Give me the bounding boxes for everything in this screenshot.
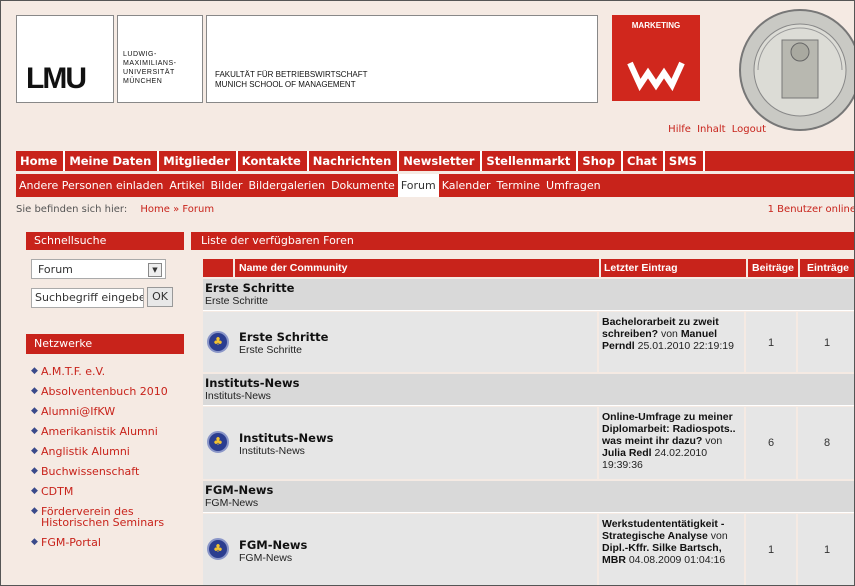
category-header[interactable]: Instituts-News Instituts-News	[203, 374, 854, 406]
network-item[interactable]: ◆ Absolventenbuch 2010	[31, 386, 181, 397]
utility-links: Hilfe Inhalt Logout	[665, 124, 766, 135]
forum-row[interactable]: ♣ FGM-News FGM-News Werkstudententätigke…	[203, 514, 854, 585]
graduation-cap-icon: ◆	[31, 466, 38, 476]
contents-link[interactable]: Inhalt	[697, 124, 725, 135]
entry-count: 8	[823, 437, 831, 449]
graduation-cap-icon: ◆	[31, 386, 38, 396]
column-header-name[interactable]: Name der Community	[235, 259, 599, 277]
help-link[interactable]: Hilfe	[668, 124, 691, 135]
lmu-logo-text: LMU	[26, 62, 87, 95]
search-scope-select[interactable]: Forum ▼	[31, 259, 166, 279]
column-header-last-entry[interactable]: Letzter Eintrag	[601, 259, 746, 277]
lmu-logo[interactable]: LMU	[16, 15, 114, 103]
search-scope-value: Forum	[38, 263, 73, 276]
university-name-box: LUDWIG- MAXIMILIANS- UNIVERSITÄT MÜNCHEN	[117, 15, 203, 103]
forum-name[interactable]: Instituts-News	[239, 431, 333, 445]
column-header-entries[interactable]: Einträge	[800, 259, 854, 277]
nav-sms[interactable]: SMS	[665, 151, 705, 171]
nav-meine-daten[interactable]: Meine Daten	[65, 151, 160, 171]
entry-count: 1	[823, 337, 831, 349]
university-seal-icon	[739, 9, 854, 131]
entry-count: 1	[823, 544, 831, 556]
chevron-down-icon[interactable]: ▼	[148, 263, 162, 277]
post-count: 1	[767, 337, 775, 349]
quick-search-header: Schnellsuche	[26, 232, 184, 250]
main-nav: Home Meine Daten Mitglieder Kontakte Nac…	[16, 151, 854, 171]
nav-newsletter[interactable]: Newsletter	[399, 151, 483, 171]
header: LMU LUDWIG- MAXIMILIANS- UNIVERSITÄT MÜN…	[1, 1, 854, 135]
search-input[interactable]: Suchbegriff eingeben	[31, 288, 144, 308]
forum-list-title: Liste der verfügbaren Foren	[191, 232, 854, 250]
forum-row[interactable]: ♣ Instituts-News Instituts-News Online-U…	[203, 407, 854, 479]
nav-chat[interactable]: Chat	[623, 151, 665, 171]
category-header[interactable]: Erste Schritte Erste Schritte	[203, 279, 854, 311]
search-ok-button[interactable]: OK	[147, 287, 173, 307]
faculty-name: FAKULTÄT FÜR BETRIEBSWIRTSCHAFT MUNICH S…	[215, 70, 368, 89]
nav-nachrichten[interactable]: Nachrichten	[309, 151, 400, 171]
nav-kontakte[interactable]: Kontakte	[238, 151, 309, 171]
column-header-posts[interactable]: Beiträge	[748, 259, 798, 277]
marketing-logo[interactable]: MARKETING	[612, 15, 700, 101]
logout-link[interactable]: Logout	[732, 124, 766, 135]
page-frame: LMU LUDWIG- MAXIMILIANS- UNIVERSITÄT MÜN…	[0, 0, 855, 586]
network-item[interactable]: ◆ CDTM	[31, 486, 181, 497]
nav-mitglieder[interactable]: Mitglieder	[159, 151, 238, 171]
forum-description: FGM-News	[239, 552, 293, 564]
last-entry[interactable]: Bachelorarbeit zu zweit schreiben? von M…	[602, 316, 742, 352]
post-count: 1	[767, 544, 775, 556]
post-count: 6	[767, 437, 775, 449]
subnav-termine[interactable]: Termine	[494, 174, 543, 197]
forum-icon: ♣	[207, 538, 229, 560]
breadcrumb-label: Sie befinden sich hier:	[16, 204, 128, 215]
graduation-cap-icon: ◆	[31, 426, 38, 436]
forum-icon: ♣	[207, 331, 229, 353]
networks-header: Netzwerke	[26, 334, 184, 354]
forum-description: Instituts-News	[239, 445, 305, 457]
subnav-umfragen[interactable]: Umfragen	[543, 174, 604, 197]
breadcrumb-path[interactable]: Home » Forum	[140, 204, 214, 215]
networks-list: ◆ A.M.T.F. e.V. ◆ Absolventenbuch 2010 ◆ Al…	[31, 366, 181, 557]
breadcrumb: Sie befinden sich hier: Home » Forum 1 B…	[16, 204, 854, 222]
forum-description: Erste Schritte	[239, 344, 303, 356]
graduation-cap-icon: ◆	[31, 446, 38, 456]
nav-home[interactable]: Home	[16, 151, 66, 171]
university-name: LUDWIG- MAXIMILIANS- UNIVERSITÄT MÜNCHEN	[123, 51, 177, 85]
forum-name[interactable]: Erste Schritte	[239, 330, 328, 344]
forum-row[interactable]: ♣ Erste Schritte Erste Schritte Bachelor…	[203, 312, 854, 372]
network-item[interactable]: ◆ A.M.T.F. e.V.	[31, 366, 181, 377]
network-item[interactable]: ◆ FGM-Portal	[31, 537, 181, 548]
network-item[interactable]: ◆ Förderverein des Historischen Seminars	[31, 506, 181, 528]
online-users[interactable]: 1 Benutzer online	[768, 204, 854, 215]
subnav-kalender[interactable]: Kalender	[439, 174, 494, 197]
subnav-bildergalerien[interactable]: Bildergalerien	[245, 174, 328, 197]
subnav-artikel[interactable]: Artikel	[166, 174, 207, 197]
graduation-cap-icon: ◆	[31, 537, 38, 547]
nav-shop[interactable]: Shop	[578, 151, 624, 171]
column-header-icon	[203, 259, 233, 277]
graduation-cap-icon: ◆	[31, 406, 38, 416]
subnav-forum[interactable]: Forum	[397, 174, 439, 197]
subnav-bilder[interactable]: Bilder	[208, 174, 246, 197]
last-entry[interactable]: Werkstudententätigkeit - Strategische An…	[602, 518, 742, 566]
nav-stellenmarkt[interactable]: Stellenmarkt	[482, 151, 579, 171]
forum-name[interactable]: FGM-News	[239, 538, 307, 552]
network-item[interactable]: ◆ Anglistik Alumni	[31, 446, 181, 457]
category-header[interactable]: FGM-News FGM-News	[203, 481, 854, 513]
last-entry[interactable]: Online-Umfrage zu meiner Diplomarbeit: R…	[602, 411, 742, 471]
graduation-cap-icon: ◆	[31, 506, 38, 516]
network-item[interactable]: ◆ Amerikanistik Alumni	[31, 426, 181, 437]
network-item[interactable]: ◆ Buchwissenschaft	[31, 466, 181, 477]
graduation-cap-icon: ◆	[31, 486, 38, 496]
faculty-box: FAKULTÄT FÜR BETRIEBSWIRTSCHAFT MUNICH S…	[206, 15, 598, 103]
sub-nav: Andere Personen einladen Artikel Bilder …	[16, 174, 854, 197]
subnav-dokumente[interactable]: Dokumente	[328, 174, 398, 197]
network-item[interactable]: ◆ Alumni@IfKW	[31, 406, 181, 417]
forum-icon: ♣	[207, 431, 229, 453]
marketing-chevrons-icon	[627, 61, 685, 92]
subnav-einladen[interactable]: Andere Personen einladen	[16, 174, 166, 197]
graduation-cap-icon: ◆	[31, 366, 38, 376]
